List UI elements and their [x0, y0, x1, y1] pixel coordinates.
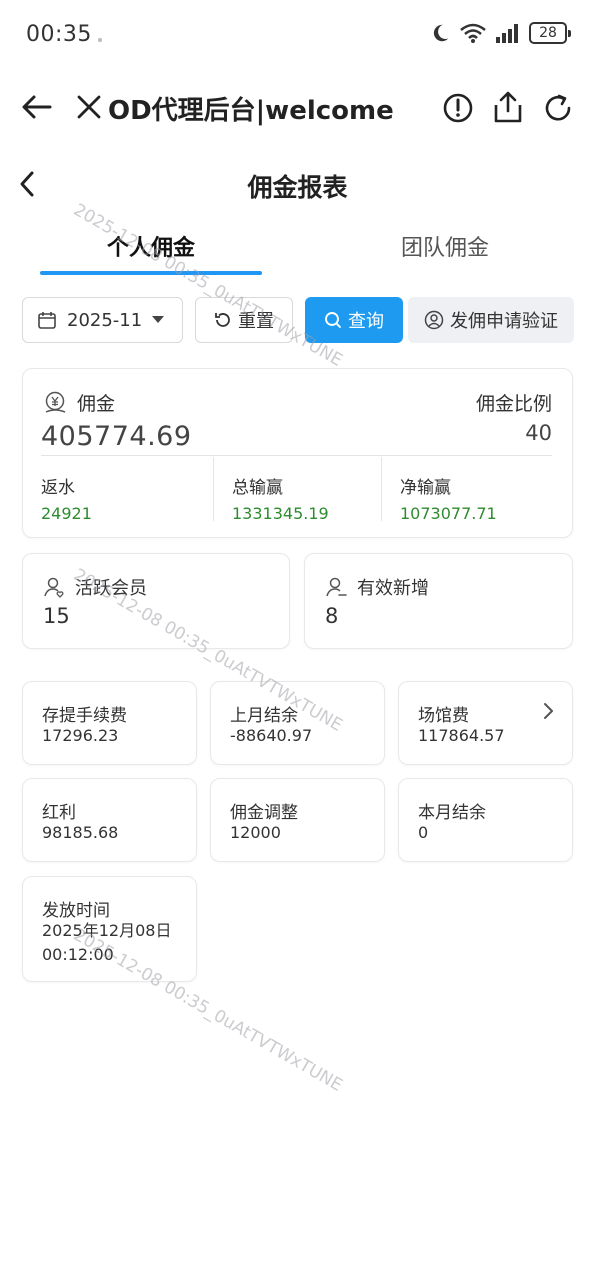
money-bag-icon [45, 391, 66, 413]
detail-value: 0 [418, 823, 429, 842]
search-icon [325, 312, 341, 328]
info-icon[interactable] [442, 92, 474, 124]
commission-ratio-label: 佣金比例 [475, 393, 552, 415]
commission-label: 佣金 [43, 389, 115, 416]
chevron-right-icon[interactable] [542, 702, 554, 720]
query-button[interactable]: 查询 [305, 297, 403, 343]
stat-value: 24921 [41, 504, 92, 523]
stat-net-win-loss: 净输赢 1073077.71 [381, 457, 551, 523]
status-time: 00:35 [26, 22, 92, 47]
reset-button[interactable]: 重置 [195, 297, 293, 343]
back-arrow-icon[interactable] [20, 90, 54, 124]
detail-value: -88640.97 [230, 726, 313, 745]
release-date: 2025年12月08日 [42, 921, 172, 940]
detail-card-commission-adjustment: 佣金调整 12000 [210, 778, 385, 862]
detail-label: 红利 [42, 803, 76, 823]
new-members-label-text: 有效新增 [357, 578, 429, 599]
status-dot [98, 38, 102, 42]
tab-active-indicator [40, 271, 262, 275]
user-shield-icon [424, 310, 444, 330]
detail-label: 本月结余 [418, 803, 486, 823]
commission-verify-button[interactable]: 发佣申请验证 [408, 297, 574, 343]
stat-rebate: 返水 24921 [41, 457, 211, 523]
stat-value: 1331345.19 [232, 504, 329, 523]
watermark: 2025-12-08 00:35_0uAtTVTWxTUNE [70, 200, 346, 371]
detail-card-last-month-balance: 上月结余 -88640.97 [210, 681, 385, 765]
detail-label: 场馆费 [418, 706, 469, 726]
release-time-value: 2025年12月08日 00:12:00 [42, 919, 171, 967]
reset-icon [215, 313, 230, 327]
detail-card-bonus: 红利 98185.68 [22, 778, 197, 862]
active-members-label: 活跃会员 [43, 574, 147, 600]
new-members-label: 有效新增 [325, 574, 429, 600]
stat-label: 净输赢 [400, 478, 451, 498]
tab-team-commission[interactable]: 团队佣金 [334, 230, 556, 262]
signal-icon [496, 24, 518, 43]
browser-title: OD代理后台|welcome [108, 96, 394, 126]
detail-card-deposit-fee: 存提手续费 17296.23 [22, 681, 197, 765]
detail-card-venue-fee[interactable]: 场馆费 117864.57 [398, 681, 573, 765]
detail-value: 17296.23 [42, 726, 119, 745]
new-members-value: 8 [325, 604, 339, 628]
stat-total-win-loss: 总输赢 1331345.19 [213, 457, 383, 523]
active-members-card: 活跃会员 15 [22, 553, 290, 649]
detail-value: 98185.68 [42, 823, 119, 842]
commission-card: 佣金 405774.69 佣金比例 40 返水 24921 总输赢 133134… [22, 368, 573, 538]
query-button-label: 查询 [348, 311, 384, 332]
wifi-icon [460, 23, 486, 43]
detail-label: 上月结余 [230, 706, 298, 726]
stat-label: 返水 [41, 478, 75, 498]
browser-bar: OD代理后台|welcome [0, 72, 595, 144]
release-time-label: 发放时间 [42, 901, 110, 921]
new-members-card: 有效新增 8 [304, 553, 573, 649]
user-add-icon [326, 577, 347, 597]
status-bar: 00:35 28 [0, 0, 595, 72]
commission-ratio-value: 40 [525, 421, 552, 445]
share-icon[interactable] [492, 90, 524, 124]
month-picker[interactable]: 2025-11 [22, 297, 183, 343]
detail-label: 佣金调整 [230, 803, 298, 823]
stat-label: 总输赢 [232, 478, 283, 498]
calendar-icon [38, 312, 56, 329]
active-members-value: 15 [43, 604, 70, 628]
release-time: 00:12:00 [42, 945, 114, 964]
commission-value: 405774.69 [41, 421, 192, 452]
release-time-card: 发放时间 2025年12月08日 00:12:00 [22, 876, 197, 982]
divider [41, 455, 552, 456]
filter-row: 2025-11 重置 查询 发佣申请验证 [0, 297, 595, 343]
active-members-label-text: 活跃会员 [75, 578, 147, 599]
user-heart-icon [44, 577, 64, 598]
tab-personal-commission[interactable]: 个人佣金 [40, 230, 262, 262]
month-picker-value: 2025-11 [67, 309, 143, 331]
page-title: 佣金报表 [247, 173, 348, 202]
detail-card-this-month-balance: 本月结余 0 [398, 778, 573, 862]
commission-label-text: 佣金 [77, 393, 116, 415]
caret-down-icon [152, 316, 165, 323]
stat-value: 1073077.71 [400, 504, 497, 523]
moon-icon [433, 24, 449, 42]
detail-value: 117864.57 [418, 726, 505, 745]
commission-verify-label: 发佣申请验证 [450, 311, 558, 332]
detail-value: 12000 [230, 823, 281, 842]
detail-label: 存提手续费 [42, 706, 127, 726]
battery-icon: 28 [529, 22, 571, 44]
reset-button-label: 重置 [238, 311, 274, 332]
refresh-icon[interactable] [542, 92, 574, 124]
close-icon[interactable] [74, 92, 104, 122]
status-icons: 28 [429, 22, 571, 44]
